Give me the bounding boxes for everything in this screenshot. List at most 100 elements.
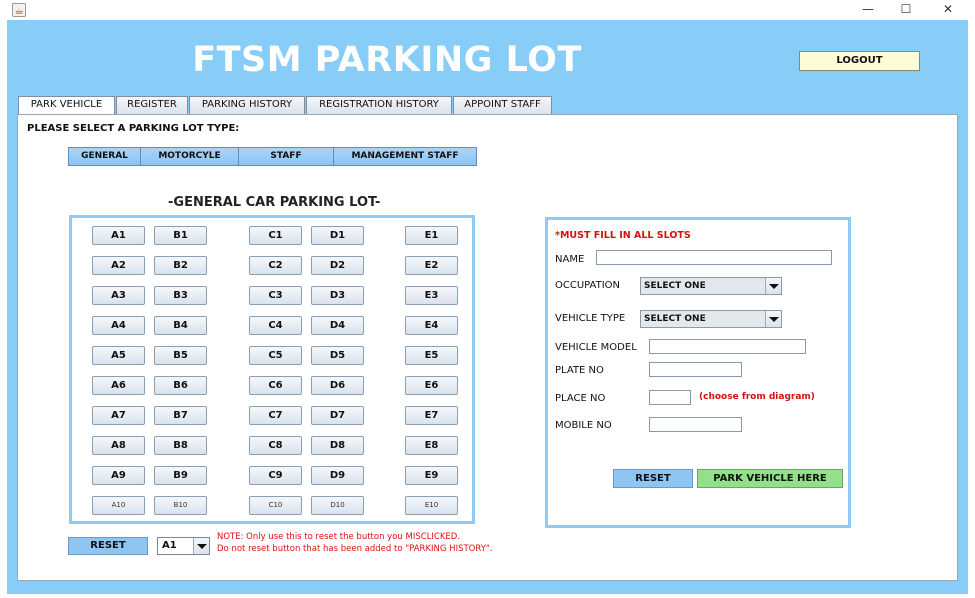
tab-parking-history[interactable]: PARKING HISTORY (189, 96, 305, 114)
lot-type-general-button[interactable]: GENERAL (69, 148, 141, 165)
parking-slot-button[interactable]: C3 (249, 286, 302, 305)
parking-slot-button[interactable]: A3 (92, 286, 145, 305)
reset-slot-value: A1 (162, 540, 177, 551)
reset-note-line-2: Do not reset button that has been added … (217, 544, 493, 554)
parking-slot-button[interactable]: C8 (249, 436, 302, 455)
window-titlebar: ☕ — ☐ ✕ (0, 0, 975, 20)
place-no-field[interactable] (649, 390, 691, 405)
vehicle-type-label: VEHICLE TYPE (555, 313, 626, 324)
reset-slot-select[interactable]: A1 (157, 537, 210, 555)
plate-no-label: PLATE NO (555, 365, 604, 376)
parking-slot-button[interactable]: B5 (154, 346, 207, 365)
name-field[interactable] (596, 250, 832, 265)
parking-slot-button[interactable]: C2 (249, 256, 302, 275)
vehicle-form: *MUST FILL IN ALL SLOTS NAME OCCUPATION … (545, 217, 851, 528)
park-vehicle-panel: PLEASE SELECT A PARKING LOT TYPE: GENERA… (17, 114, 958, 581)
tab-registration-history[interactable]: REGISTRATION HISTORY (306, 96, 452, 114)
parking-slot-button[interactable]: B7 (154, 406, 207, 425)
parking-slot-button[interactable]: D7 (311, 406, 364, 425)
reset-slot-button[interactable]: RESET (68, 537, 148, 555)
chevron-down-icon[interactable] (765, 311, 781, 327)
parking-slot-button[interactable]: A7 (92, 406, 145, 425)
parking-slot-button[interactable]: E8 (405, 436, 458, 455)
parking-slot-button[interactable]: A2 (92, 256, 145, 275)
parking-slot-button[interactable]: E5 (405, 346, 458, 365)
parking-slot-button[interactable]: B10 (154, 496, 207, 515)
lot-type-motorcycle-button[interactable]: MOTORCYLE (141, 148, 239, 165)
parking-slot-button[interactable]: D2 (311, 256, 364, 275)
park-vehicle-button[interactable]: PARK VEHICLE HERE (697, 469, 843, 488)
vehicle-type-value: SELECT ONE (644, 314, 706, 324)
parking-slot-button[interactable]: B3 (154, 286, 207, 305)
parking-slot-button[interactable]: A9 (92, 466, 145, 485)
parking-slot-button[interactable]: A6 (92, 376, 145, 395)
parking-slot-button[interactable]: C4 (249, 316, 302, 335)
parking-slot-button[interactable]: B6 (154, 376, 207, 395)
lot-type-staff-button[interactable]: STAFF (239, 148, 334, 165)
parking-slot-button[interactable]: A4 (92, 316, 145, 335)
close-icon[interactable]: ✕ (928, 0, 968, 20)
java-app-icon: ☕ (12, 3, 26, 17)
lot-type-prompt: PLEASE SELECT A PARKING LOT TYPE: (27, 123, 240, 134)
tab-appoint-staff[interactable]: APPOINT STAFF (453, 96, 552, 114)
parking-slot-button[interactable]: E9 (405, 466, 458, 485)
parking-slot-button[interactable]: B2 (154, 256, 207, 275)
parking-slot-button[interactable]: E4 (405, 316, 458, 335)
parking-slot-button[interactable]: D8 (311, 436, 364, 455)
parking-slot-button[interactable]: D10 (311, 496, 364, 515)
parking-slot-button[interactable]: B9 (154, 466, 207, 485)
parking-slot-button[interactable]: E10 (405, 496, 458, 515)
parking-slot-button[interactable]: D3 (311, 286, 364, 305)
form-reset-button[interactable]: RESET (613, 469, 693, 488)
parking-slot-button[interactable]: D1 (311, 226, 364, 245)
chevron-down-icon[interactable] (765, 278, 781, 294)
lot-title: -GENERAL CAR PARKING LOT- (168, 195, 381, 210)
parking-slot-button[interactable]: D5 (311, 346, 364, 365)
parking-slot-button[interactable]: C6 (249, 376, 302, 395)
mobile-no-label: MOBILE NO (555, 420, 612, 431)
parking-slot-button[interactable]: E1 (405, 226, 458, 245)
parking-slot-button[interactable]: E2 (405, 256, 458, 275)
parking-slot-grid: A1 A2 A3 A4 A5 A6 A7 A8 A9 A10 B1 B2 B3 B4 B5 B6 B7 B8 B9 B… (69, 215, 475, 524)
maximize-icon[interactable]: ☐ (886, 0, 926, 20)
place-no-hint: (choose from diagram) (699, 392, 815, 402)
tab-register[interactable]: REGISTER (116, 96, 188, 114)
reset-note: NOTE: Only use this to reset the button … (217, 531, 493, 555)
parking-slot-button[interactable]: C7 (249, 406, 302, 425)
logout-button[interactable]: LOGOUT (799, 51, 920, 71)
lot-type-management-staff-button[interactable]: MANAGEMENT STAFF (334, 148, 476, 165)
parking-slot-button[interactable]: C10 (249, 496, 302, 515)
tab-park-vehicle[interactable]: PARK VEHICLE (18, 96, 115, 115)
vehicle-type-select[interactable]: SELECT ONE (640, 310, 782, 328)
parking-slot-button[interactable]: B1 (154, 226, 207, 245)
occupation-label: OCCUPATION (555, 280, 621, 291)
parking-slot-button[interactable]: C9 (249, 466, 302, 485)
parking-slot-button[interactable]: C5 (249, 346, 302, 365)
parking-slot-button[interactable]: E6 (405, 376, 458, 395)
parking-slot-button[interactable]: A10 (92, 496, 145, 515)
main-frame: FTSM PARKING LOT LOGOUT PARK VEHICLE REG… (7, 20, 968, 594)
vehicle-model-field[interactable] (649, 339, 806, 354)
lot-type-bar: GENERAL MOTORCYLE STAFF MANAGEMENT STAFF (68, 147, 477, 166)
mobile-no-field[interactable] (649, 417, 742, 432)
parking-slot-button[interactable]: B8 (154, 436, 207, 455)
parking-slot-button[interactable]: A1 (92, 226, 145, 245)
parking-slot-button[interactable]: E7 (405, 406, 458, 425)
occupation-select[interactable]: SELECT ONE (640, 277, 782, 295)
parking-slot-button[interactable]: E3 (405, 286, 458, 305)
parking-slot-button[interactable]: A8 (92, 436, 145, 455)
plate-no-field[interactable] (649, 362, 742, 377)
parking-slot-button[interactable]: D4 (311, 316, 364, 335)
name-label: NAME (555, 254, 585, 265)
chevron-down-icon[interactable] (193, 538, 209, 554)
parking-slot-button[interactable]: B4 (154, 316, 207, 335)
occupation-value: SELECT ONE (644, 281, 706, 291)
parking-slot-button[interactable]: D6 (311, 376, 364, 395)
must-fill-warning: *MUST FILL IN ALL SLOTS (555, 230, 691, 241)
parking-slot-button[interactable]: D9 (311, 466, 364, 485)
place-no-label: PLACE NO (555, 393, 606, 404)
page-title: FTSM PARKING LOT (192, 40, 582, 80)
minimize-icon[interactable]: — (848, 0, 888, 20)
parking-slot-button[interactable]: C1 (249, 226, 302, 245)
parking-slot-button[interactable]: A5 (92, 346, 145, 365)
